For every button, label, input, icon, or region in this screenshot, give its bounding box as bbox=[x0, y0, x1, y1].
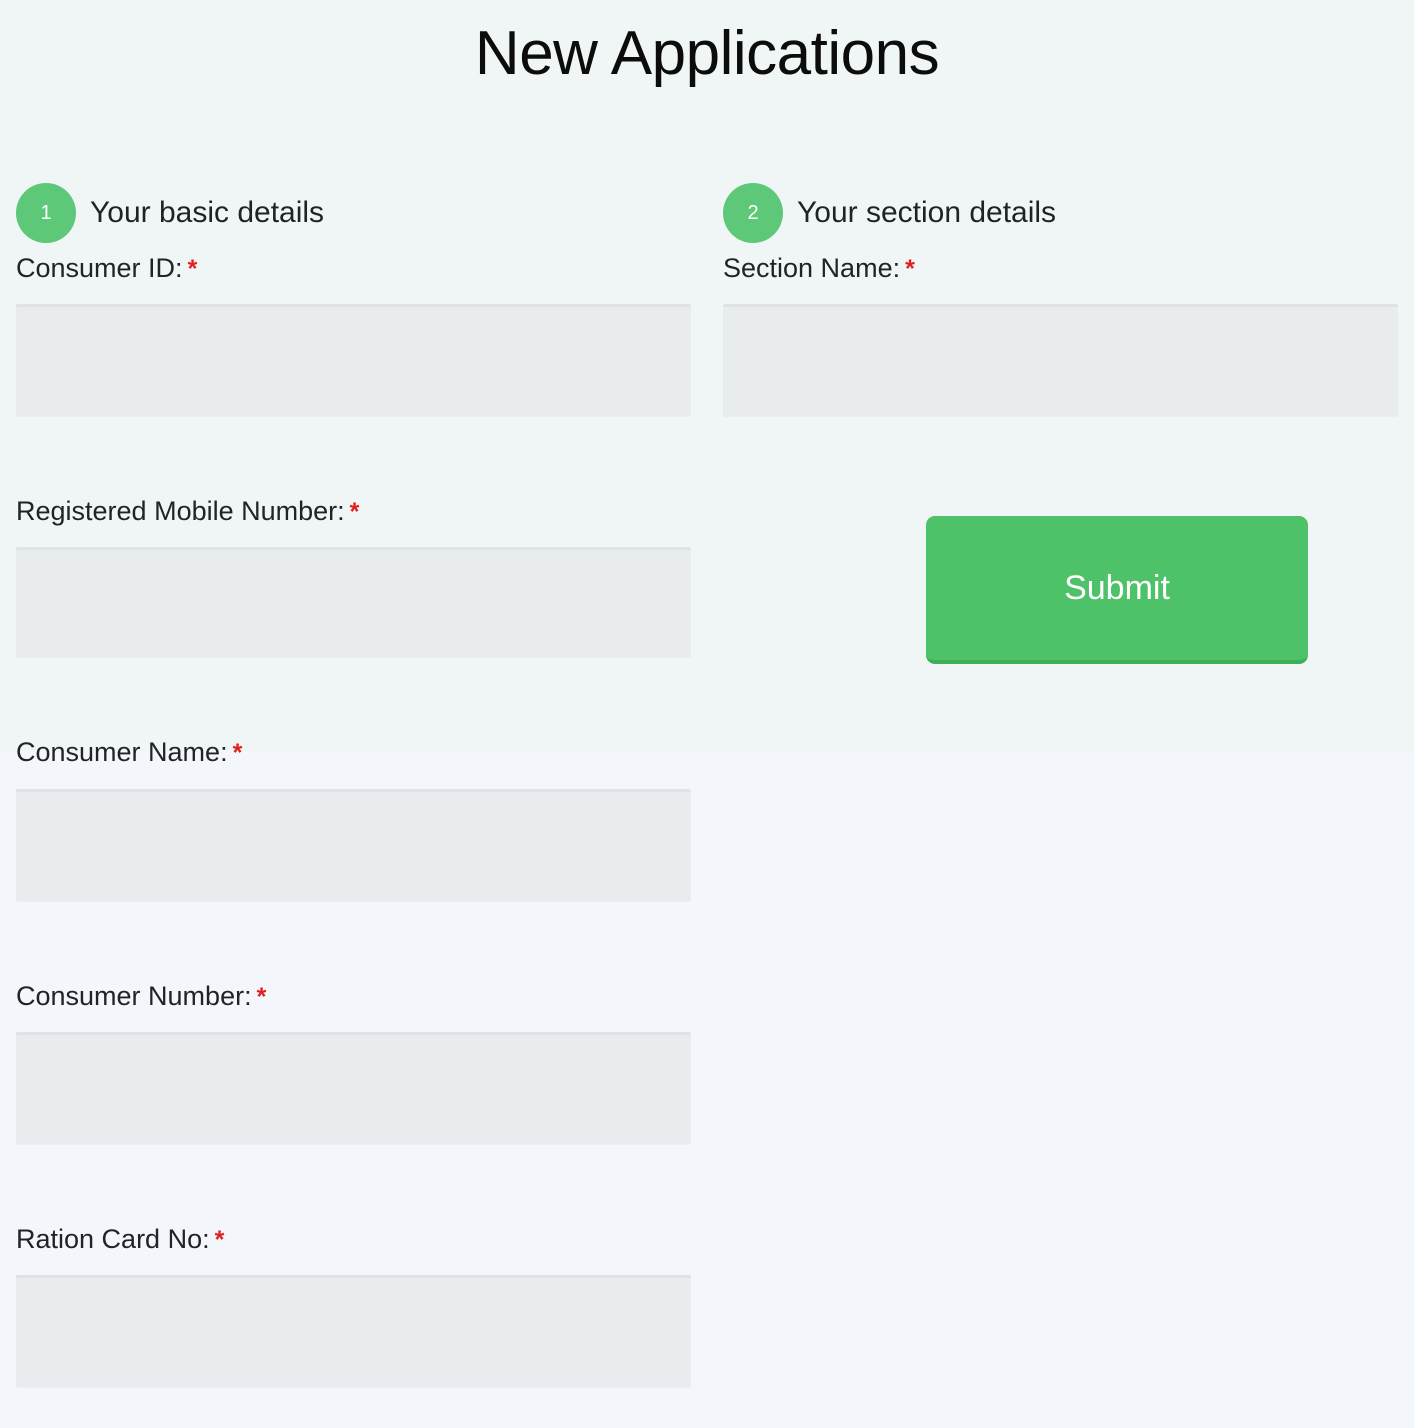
field-gap bbox=[16, 679, 691, 735]
label-ration-card-no: Ration Card No: * bbox=[16, 1222, 691, 1257]
section-details-column: 2 Your section details Section Name: * Su… bbox=[707, 181, 1414, 665]
label-section-name: Section Name: * bbox=[723, 251, 1398, 286]
label-consumer-number-text: Consumer Number: bbox=[16, 980, 252, 1011]
field-ration-card-no: Ration Card No: * bbox=[16, 1222, 691, 1387]
field-gap bbox=[16, 1166, 691, 1222]
required-asterisk: * bbox=[232, 739, 243, 768]
step-label-basic-details: Your basic details bbox=[90, 196, 325, 230]
label-section-name-text: Section Name: bbox=[723, 253, 901, 284]
step-badge-2: 2 bbox=[723, 183, 783, 244]
step-label-section-details: Your section details bbox=[797, 196, 1057, 230]
required-asterisk: * bbox=[349, 498, 360, 527]
label-consumer-name: Consumer Name: * bbox=[16, 735, 691, 770]
label-consumer-number: Consumer Number: * bbox=[16, 979, 691, 1014]
label-registered-mobile-number-text: Registered Mobile Number: bbox=[16, 496, 345, 527]
required-asterisk: * bbox=[214, 1225, 225, 1254]
required-asterisk: * bbox=[905, 255, 915, 284]
submit-button[interactable]: Submit bbox=[926, 516, 1308, 665]
label-registered-mobile-number: Registered Mobile Number: * bbox=[16, 494, 691, 529]
required-asterisk: * bbox=[187, 255, 198, 284]
submit-row: Submit bbox=[723, 516, 1398, 665]
label-consumer-name-text: Consumer Name: bbox=[16, 737, 228, 768]
field-gap bbox=[16, 438, 691, 494]
consumer-number-input[interactable] bbox=[16, 1031, 691, 1144]
application-form: 1 Your basic details Consumer ID: * Regis… bbox=[0, 181, 1414, 1408]
step-header-basic-details: 1 Your basic details bbox=[16, 181, 691, 245]
label-ration-card-no-text: Ration Card No: bbox=[16, 1223, 210, 1254]
step-badge-1: 1 bbox=[16, 183, 76, 244]
basic-details-column: 1 Your basic details Consumer ID: * Regis… bbox=[0, 181, 707, 1408]
label-consumer-id-text: Consumer ID: bbox=[16, 253, 183, 284]
ration-card-no-input[interactable] bbox=[16, 1274, 691, 1387]
field-section-name: Section Name: * bbox=[723, 251, 1398, 417]
step-header-section-details: 2 Your section details bbox=[723, 181, 1398, 245]
registered-mobile-number-input[interactable] bbox=[16, 547, 691, 658]
section-name-input[interactable] bbox=[723, 304, 1398, 417]
field-gap bbox=[16, 923, 691, 979]
consumer-id-input[interactable] bbox=[16, 304, 691, 417]
required-asterisk: * bbox=[256, 982, 267, 1011]
new-applications-page: New Applications 1 Your basic details Co… bbox=[0, 0, 1414, 1409]
field-consumer-name: Consumer Name: * bbox=[16, 735, 691, 901]
field-registered-mobile-number: Registered Mobile Number: * bbox=[16, 494, 691, 658]
field-consumer-number: Consumer Number: * bbox=[16, 979, 691, 1144]
page-title: New Applications bbox=[474, 19, 940, 88]
consumer-name-input[interactable] bbox=[16, 788, 691, 901]
field-consumer-id: Consumer ID: * bbox=[16, 251, 691, 417]
label-consumer-id: Consumer ID: * bbox=[16, 251, 691, 286]
